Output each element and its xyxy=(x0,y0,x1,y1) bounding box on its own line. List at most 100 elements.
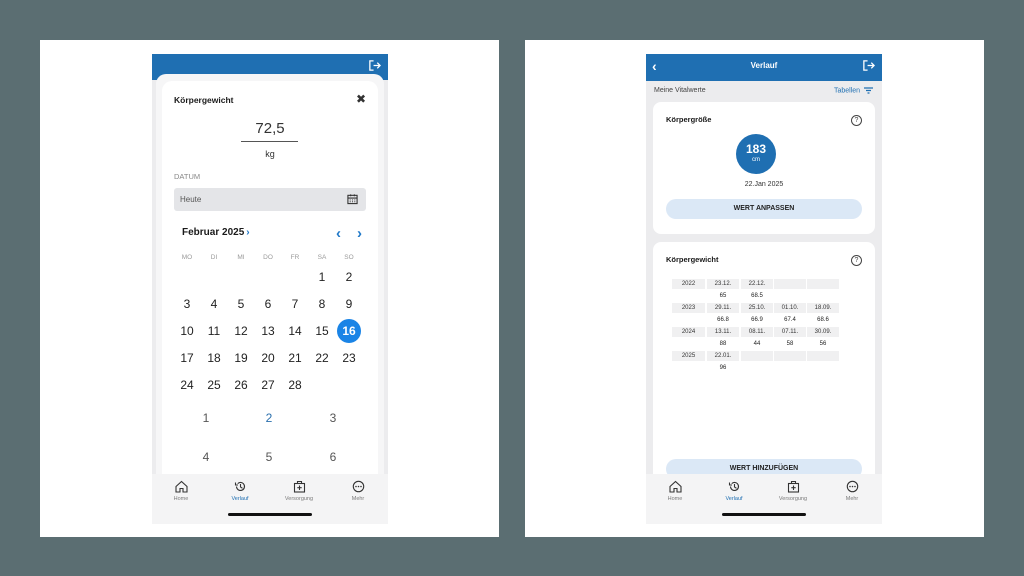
calendar-day[interactable]: 10 xyxy=(175,319,199,343)
tables-link[interactable]: Tabellen xyxy=(834,87,873,94)
calendar-day[interactable]: 24 xyxy=(175,373,199,397)
section-label: Meine Vitalwerte xyxy=(654,87,706,94)
weight-input[interactable]: 72,5 xyxy=(162,120,378,137)
year-label: 2024 xyxy=(672,327,705,337)
home-icon xyxy=(174,480,188,493)
weekday-header: DO xyxy=(263,254,273,261)
year-label: 2022 xyxy=(672,279,705,289)
weight-entry[interactable]: 08.11. 44 xyxy=(741,327,773,351)
calendar-day[interactable]: 9 xyxy=(337,292,361,316)
year-label: 2023 xyxy=(672,303,705,313)
calendar-day[interactable]: 1 xyxy=(310,265,334,289)
entry-value: 66.9 xyxy=(751,317,763,323)
entry-date xyxy=(807,351,839,361)
filter-icon xyxy=(864,87,873,94)
calendar-day-selected[interactable]: 16 xyxy=(337,319,361,343)
calendar-day[interactable]: 23 xyxy=(337,346,361,370)
calendar-day[interactable]: 28 xyxy=(283,373,307,397)
next-month-button[interactable]: › xyxy=(357,225,362,242)
entry-date xyxy=(741,351,773,361)
entry-date xyxy=(807,279,839,289)
date-label: DATUM xyxy=(174,172,201,181)
tab-mehr[interactable]: Mehr xyxy=(333,480,383,502)
calendar-day[interactable]: 5 xyxy=(229,292,253,316)
calendar-day[interactable]: 18 xyxy=(202,346,226,370)
year-picker-item[interactable]: 3 xyxy=(318,411,348,425)
weight-card: Körpergewicht ? 2022 23.12. 65 22.12. 68.5 20… xyxy=(653,242,875,492)
entry-value: 68.5 xyxy=(751,293,763,299)
tab-verlauf[interactable]: Verlauf xyxy=(215,480,265,502)
previous-month-button[interactable]: ‹ xyxy=(336,225,341,242)
calendar-day[interactable]: 17 xyxy=(175,346,199,370)
weight-entry xyxy=(741,351,773,375)
year-picker-item[interactable]: 2 xyxy=(254,411,284,425)
close-icon[interactable]: ✖ xyxy=(356,92,366,106)
entry-date: 08.11. xyxy=(741,327,773,337)
weight-entry xyxy=(774,351,806,375)
month-title[interactable]: Februar 2025 xyxy=(182,227,244,238)
date-field[interactable]: Heute xyxy=(174,188,366,211)
weight-entry[interactable]: 01.10. 67.4 xyxy=(774,303,806,327)
calendar-day[interactable]: 4 xyxy=(202,292,226,316)
weight-entry[interactable]: 22.01. 96 xyxy=(707,351,739,375)
calendar-day[interactable]: 6 xyxy=(256,292,280,316)
help-icon[interactable]: ? xyxy=(851,255,862,266)
entry-date: 18.09. xyxy=(807,303,839,313)
year-picker-item[interactable]: 6 xyxy=(318,450,348,464)
weight-unit: kg xyxy=(265,149,275,159)
weight-entry[interactable]: 07.11. 58 xyxy=(774,327,806,351)
calendar-day[interactable]: 22 xyxy=(310,346,334,370)
weight-entry[interactable]: 22.12. 68.5 xyxy=(741,279,773,303)
logout-icon[interactable] xyxy=(368,59,381,72)
tab-versorgung[interactable]: Versorgung xyxy=(274,480,324,502)
entry-value: 65 xyxy=(719,293,727,299)
weight-entry[interactable]: 25.10. 66.9 xyxy=(741,303,773,327)
weight-entry[interactable]: 18.09. 68.6 xyxy=(807,303,839,327)
calendar-day[interactable]: 2 xyxy=(337,265,361,289)
tab-mehr[interactable]: Mehr xyxy=(827,480,877,502)
weight-entry[interactable]: 13.11. 88 xyxy=(707,327,739,351)
entry-date: 29.11. xyxy=(707,303,739,313)
weight-entry xyxy=(807,351,839,375)
calendar-day[interactable]: 7 xyxy=(283,292,307,316)
tab-label: Mehr xyxy=(351,496,365,502)
card-title: Körpergewicht xyxy=(666,255,719,264)
chevron-right-icon[interactable]: › xyxy=(246,227,249,238)
tab-versorgung[interactable]: Versorgung xyxy=(768,480,818,502)
calendar-day[interactable]: 26 xyxy=(229,373,253,397)
entry-value xyxy=(774,290,806,302)
adjust-value-button[interactable]: WERT ANPASSEN xyxy=(666,199,862,219)
tab-home[interactable]: Home xyxy=(650,480,700,502)
help-icon[interactable]: ? xyxy=(851,115,862,126)
tables-link-label: Tabellen xyxy=(833,87,861,95)
weekday-header: SO xyxy=(344,254,354,261)
year-picker-item[interactable]: 1 xyxy=(191,411,221,425)
tab-home[interactable]: Home xyxy=(156,480,206,502)
tab-verlauf[interactable]: Verlauf xyxy=(709,480,759,502)
calendar-day[interactable]: 11 xyxy=(202,319,226,343)
weight-entry[interactable]: 29.11. 66.8 xyxy=(707,303,739,327)
weekday-header: MI xyxy=(237,254,245,261)
calendar-day[interactable]: 19 xyxy=(229,346,253,370)
logout-icon[interactable] xyxy=(862,59,875,72)
left-slide: Körpergewicht ✖ 72,5 kg DATUM Heute Febr… xyxy=(40,40,499,537)
calendar-icon[interactable] xyxy=(347,193,358,205)
calendar-day[interactable]: 3 xyxy=(175,292,199,316)
calendar-day[interactable]: 25 xyxy=(202,373,226,397)
weight-entry[interactable]: 30.09. 56 xyxy=(807,327,839,351)
entry-date xyxy=(774,279,806,289)
entry-date: 23.12. xyxy=(707,279,739,289)
tab-label: Home xyxy=(667,496,683,502)
calendar-day[interactable]: 20 xyxy=(256,346,280,370)
calendar-day[interactable]: 13 xyxy=(256,319,280,343)
calendar-day[interactable]: 14 xyxy=(283,319,307,343)
year-picker-item[interactable]: 5 xyxy=(254,450,284,464)
weight-entry[interactable]: 23.12. 65 xyxy=(707,279,739,303)
history-icon xyxy=(728,481,739,491)
calendar-day[interactable]: 8 xyxy=(310,292,334,316)
calendar-day[interactable]: 27 xyxy=(256,373,280,397)
calendar-day[interactable]: 12 xyxy=(229,319,253,343)
calendar-day[interactable]: 15 xyxy=(310,319,334,343)
year-picker-item[interactable]: 4 xyxy=(191,450,221,464)
calendar-day[interactable]: 21 xyxy=(283,346,307,370)
